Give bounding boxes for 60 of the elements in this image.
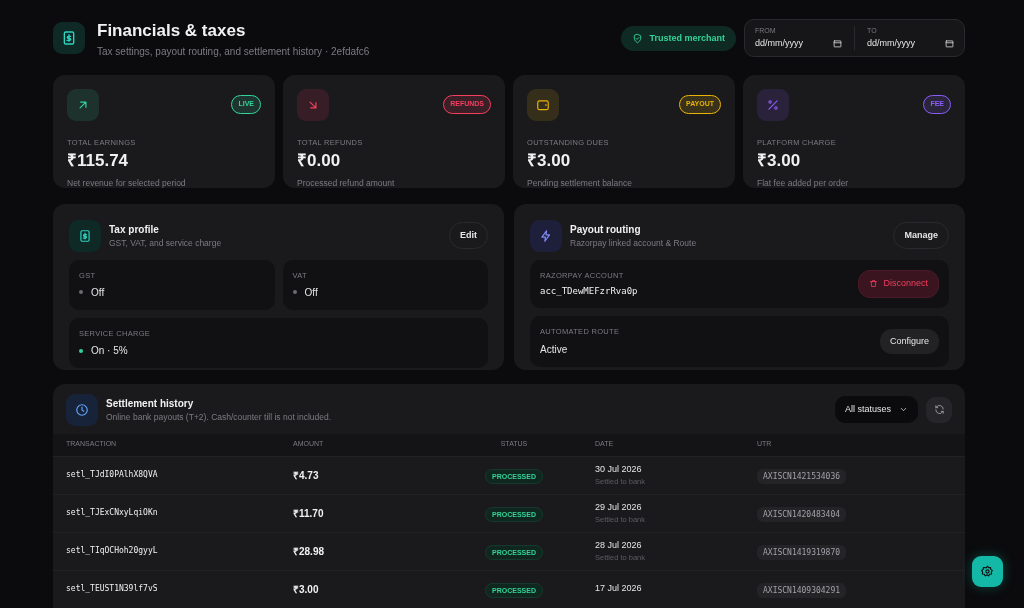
document-icon bbox=[53, 22, 85, 55]
trash-icon bbox=[869, 279, 879, 289]
shield-icon bbox=[632, 32, 644, 44]
panel-title: Settlement history bbox=[106, 396, 195, 411]
arrow-up-right-icon bbox=[67, 88, 99, 121]
arrow-down-right-icon bbox=[297, 88, 329, 121]
stat-value: ₹3.00 bbox=[757, 149, 802, 172]
disconnect-button[interactable]: Disconnect bbox=[858, 270, 939, 298]
utr-code: AXISCN1409304291 bbox=[757, 583, 847, 598]
amount-cell-text: ₹4.73 bbox=[293, 468, 320, 483]
calendar-icon bbox=[833, 39, 842, 48]
utr-code: AXISCN1421534036 bbox=[757, 469, 847, 484]
configure-button[interactable]: Configure bbox=[879, 328, 939, 355]
calendar-icon bbox=[945, 39, 954, 48]
stat-note: Flat fee added per order bbox=[757, 177, 850, 190]
chevron-down-icon bbox=[899, 405, 908, 414]
transaction-cell-text: setl_TIqOCHoh20gyyL bbox=[65, 545, 159, 557]
amount-cell-text: ₹11.70 bbox=[293, 506, 325, 521]
page-subtitle: Tax settings, payout routing, and settlement history · 2efdafc6 bbox=[97, 44, 371, 59]
page-title: Financials & taxes bbox=[97, 20, 247, 42]
utr-code: AXISCN1420483404 bbox=[757, 507, 847, 522]
panel-subtitle: Razorpay linked account & Route bbox=[570, 236, 698, 250]
refresh-icon bbox=[933, 404, 945, 415]
panel-subtitle: GST, VAT, and service charge bbox=[109, 236, 223, 250]
date-field[interactable]: dd/mm/yyyy bbox=[867, 36, 929, 51]
date-cell-text: 29 Jul 2026 bbox=[595, 500, 643, 514]
stat-value: ₹115.74 bbox=[67, 149, 130, 172]
panel-subtitle: Online bank payouts (T+2). Cash/counter till is not included. bbox=[106, 410, 333, 424]
date-cell-text: 17 Jul 2026 bbox=[595, 582, 643, 596]
field-value: Active bbox=[540, 342, 569, 357]
settings-button[interactable] bbox=[972, 556, 1003, 587]
field-value: acc_TDewMEFzrRva0p bbox=[540, 284, 639, 298]
date-field[interactable]: dd/mm/yyyy bbox=[755, 36, 817, 51]
date-cell-text: 28 Jul 2026 bbox=[595, 538, 643, 552]
transaction-cell-text: setl_TJdI0PAlhX8QVA bbox=[65, 469, 159, 481]
document-icon bbox=[69, 219, 101, 252]
amount-cell-text: ₹28.98 bbox=[293, 544, 326, 559]
panel-title: Payout routing bbox=[570, 222, 642, 237]
trusted-merchant-badge: Trusted merchant bbox=[621, 25, 736, 51]
settings-icon bbox=[981, 565, 994, 578]
date-cell-text: 30 Jul 2026 bbox=[595, 462, 643, 476]
field-value: Off bbox=[91, 285, 105, 300]
stat-value: ₹0.00 bbox=[297, 149, 342, 172]
stat-note: Pending settlement balance bbox=[527, 177, 633, 190]
transaction-cell-text: setl_TJExCNxyLqiOKn bbox=[65, 507, 159, 519]
stat-value: ₹3.00 bbox=[527, 149, 572, 172]
panel-title: Tax profile bbox=[109, 222, 160, 237]
stat-note: Processed refund amount bbox=[297, 177, 396, 190]
utr-code: AXISCN1419319870 bbox=[757, 545, 847, 560]
lightning-icon bbox=[530, 219, 562, 252]
percent-icon bbox=[757, 88, 789, 121]
field-value: Off bbox=[304, 285, 318, 300]
clock-icon bbox=[66, 393, 98, 426]
wallet-icon bbox=[527, 88, 559, 121]
amount-cell-text: ₹3.00 bbox=[293, 582, 320, 597]
transaction-cell-text: setl_TEUST1N39lf7vS bbox=[65, 583, 159, 595]
stat-note: Net revenue for selected period bbox=[67, 177, 187, 190]
refresh-button[interactable] bbox=[926, 396, 952, 423]
status-filter-dropdown[interactable]: All statuses bbox=[834, 395, 918, 424]
field-value: On · 5% bbox=[91, 344, 128, 358]
